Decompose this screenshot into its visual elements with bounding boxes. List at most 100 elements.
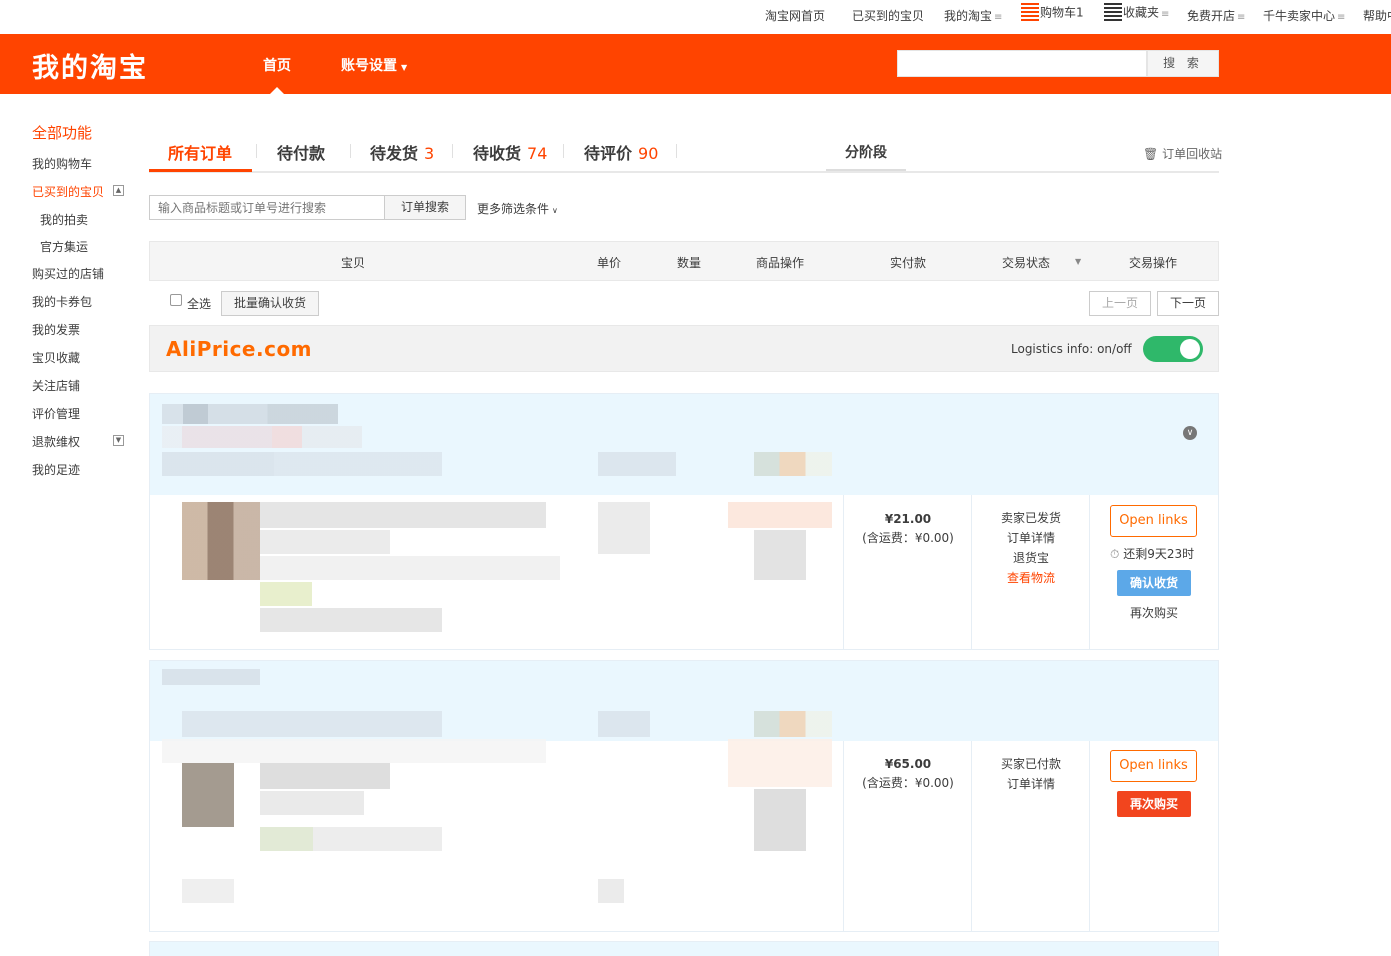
sidebar-item-bought[interactable]: 已买到的宝贝 — [32, 183, 104, 200]
blurred-order-meta — [162, 426, 362, 448]
order-search-input[interactable] — [149, 195, 385, 220]
blurred-badges — [754, 452, 832, 476]
expand-icon[interactable]: ▼ — [113, 435, 124, 446]
topnav-cart-link[interactable]: 购物车1 — [1021, 3, 1084, 23]
sidebar-item-followed-shops[interactable]: 关注店铺 — [32, 377, 80, 394]
stopwatch-icon: ⏱ — [1110, 547, 1120, 561]
topnav-my-taobao-link[interactable]: 我的淘宝 ≡ — [944, 7, 1002, 24]
tab-separator — [256, 144, 257, 158]
nav-account-settings[interactable]: 账号设置 ▼ — [341, 55, 407, 75]
order-table-header: 宝贝 单价 数量 商品操作 实付款 交易状态 ▼ 交易操作 — [149, 241, 1219, 281]
tab-all-orders[interactable]: 所有订单 — [168, 140, 232, 164]
topnav-favorites-link[interactable]: 收藏夹 ≡ — [1104, 3, 1169, 23]
th-status[interactable]: 交易状态 — [1002, 254, 1050, 271]
sidebar-item-fav-items[interactable]: 宝贝收藏 — [32, 349, 80, 366]
tab-to-receive[interactable]: 待收货 74 — [473, 140, 547, 164]
tab-phased[interactable]: 分阶段 — [826, 140, 906, 171]
tab-to-pay[interactable]: 待付款 — [277, 140, 325, 164]
th-item-actions: 商品操作 — [756, 256, 805, 270]
open-links-button[interactable]: Open links — [1110, 750, 1197, 782]
blurred-item-actions — [754, 789, 806, 851]
order-details-link[interactable]: 订单详情 — [972, 774, 1090, 794]
caret-down-icon[interactable]: ▼ — [1075, 257, 1081, 266]
chevron-down-icon[interactable]: ∨ — [1183, 426, 1197, 440]
blurred-item-actions — [754, 530, 806, 580]
status-text: 卖家已发货 — [1000, 511, 1061, 525]
prev-page-button[interactable]: 上一页 — [1089, 291, 1151, 316]
order-recycle-bin[interactable]: 🗑 订单回收站 — [1143, 145, 1222, 162]
order-details-link[interactable]: 订单详情 — [972, 528, 1090, 548]
header-search-button[interactable]: 搜 索 — [1147, 50, 1219, 77]
view-logistics-link[interactable]: 查看物流 — [972, 568, 1090, 588]
confirm-receipt-button[interactable]: 确认收货 — [1117, 570, 1191, 596]
cart-icon — [1021, 3, 1039, 23]
topnav-seller-center-link[interactable]: 千牛卖家中心 ≡ — [1263, 7, 1345, 24]
product-thumbnail[interactable] — [182, 502, 260, 580]
buy-again-button[interactable]: 再次购买 — [1117, 791, 1191, 817]
batch-actions-row: 全选 批量确认收货 上一页 下一页 — [149, 290, 1219, 316]
header-search-input[interactable] — [897, 50, 1147, 77]
blurred-product-title[interactable] — [260, 763, 390, 789]
countdown-timer: ⏱ 还剩9天23时 — [1110, 545, 1194, 562]
open-links-button[interactable]: Open links — [1110, 505, 1197, 537]
nav-home-link[interactable]: 首页 — [263, 55, 291, 75]
blurred-product-title[interactable] — [260, 502, 546, 528]
blurred-tag — [260, 582, 312, 606]
paid-amount: ¥21.00 — [884, 512, 932, 526]
aliprice-logo[interactable]: AliPrice.com — [166, 337, 312, 361]
blurred-date — [598, 452, 676, 476]
shipping-fee: (含运费：¥0.00) — [862, 776, 954, 790]
sidebar-title[interactable]: 全部功能 — [32, 122, 92, 143]
blurred-shop-name — [162, 404, 338, 424]
menu-icon: ≡ — [994, 12, 1003, 23]
order-search-button[interactable]: 订单搜索 — [384, 195, 466, 220]
blurred-sku — [260, 556, 560, 580]
collapse-icon[interactable]: ▲ — [113, 185, 124, 196]
product-thumbnail[interactable] — [182, 763, 234, 827]
my-taobao-logo[interactable]: 我的淘宝 — [32, 46, 148, 85]
th-item: 宝贝 — [341, 256, 366, 270]
blurred-product-title — [260, 530, 390, 554]
sidebar-item-consolidation[interactable]: 官方集运 — [40, 238, 88, 255]
aliprice-extension-bar: AliPrice.com Logistics info: on/off — [149, 325, 1219, 372]
tab-to-review[interactable]: 待评价 90 — [584, 140, 658, 164]
more-filters-label: 更多筛选条件 — [477, 202, 550, 216]
more-filters-toggle[interactable]: 更多筛选条件 ∨ — [477, 200, 558, 217]
sidebar-item-cart[interactable]: 我的购物车 — [32, 155, 92, 172]
logistics-toggle[interactable] — [1143, 336, 1203, 362]
topnav-home-link[interactable]: 淘宝网首页 — [765, 7, 825, 24]
blurred-row — [162, 739, 546, 763]
tab-to-ship[interactable]: 待发货 3 — [370, 140, 434, 164]
tab-separator — [676, 144, 677, 158]
sidebar-item-auction[interactable]: 我的拍卖 — [40, 211, 88, 228]
blurred-row — [598, 879, 624, 903]
sidebar-item-shops-bought[interactable]: 购买过的店铺 — [32, 265, 104, 282]
return-insurance-link[interactable]: 退货宝 — [972, 548, 1090, 568]
sidebar-item-coupons[interactable]: 我的卡券包 — [32, 293, 92, 310]
select-all-checkbox[interactable] — [170, 294, 182, 306]
topnav-help-link[interactable]: 帮助中 — [1363, 7, 1391, 24]
paid-amount: ¥65.00 — [884, 757, 932, 771]
next-page-button[interactable]: 下一页 — [1157, 291, 1219, 316]
tab-separator — [350, 144, 351, 158]
tab-to-review-count: 90 — [638, 144, 659, 163]
th-unit-price: 单价 — [597, 256, 622, 270]
menu-icon: ≡ — [1337, 12, 1346, 23]
sidebar-item-footprints[interactable]: 我的足迹 — [32, 461, 80, 478]
topnav-open-shop-link[interactable]: 免费开店 ≡ — [1187, 7, 1245, 24]
sidebar-item-reviews[interactable]: 评价管理 — [32, 405, 80, 422]
sidebar-item-invoices[interactable]: 我的发票 — [32, 321, 80, 338]
buy-again-link[interactable]: 再次购买 — [1130, 604, 1178, 621]
topnav-cart-label: 购物车1 — [1040, 5, 1084, 20]
th-actions: 交易操作 — [1129, 256, 1178, 270]
blurred-row — [182, 879, 234, 903]
blurred-shop-name — [162, 669, 260, 685]
batch-confirm-button[interactable]: 批量确认收货 — [221, 291, 319, 316]
sidebar-item-refunds[interactable]: 退款维权 — [32, 433, 80, 450]
blurred-sku — [260, 791, 364, 815]
select-all-label[interactable]: 全选 — [187, 295, 211, 312]
menu-icon: ≡ — [1161, 8, 1170, 20]
topnav-bought-link[interactable]: 已买到的宝贝 — [852, 7, 924, 24]
top-nav-bar: 淘宝网首页 已买到的宝贝 我的淘宝 ≡ 购物车1 收藏夹 ≡ 免费开店 ≡ 千牛卖家中… — [0, 0, 1391, 34]
chevron-down-icon: ▼ — [401, 63, 408, 72]
